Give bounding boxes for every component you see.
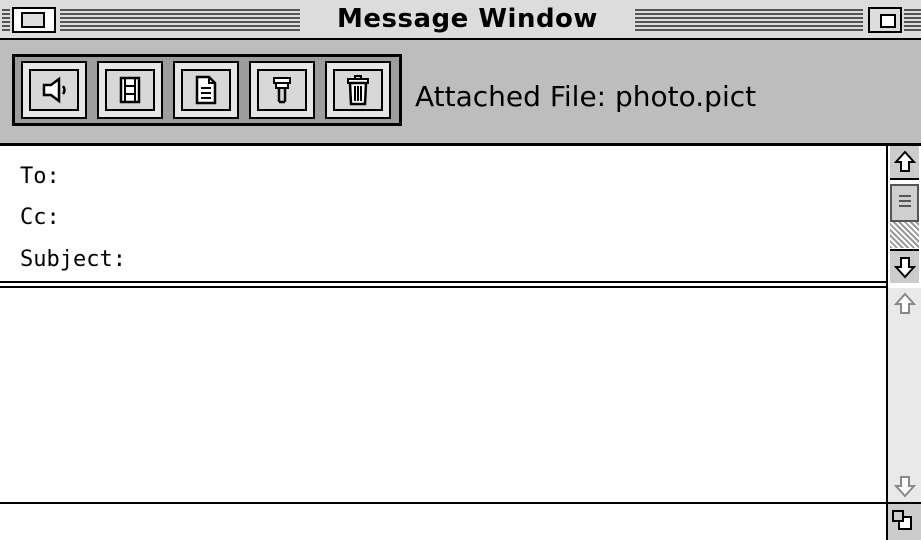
header-scrollbar[interactable] bbox=[888, 146, 921, 283]
tool-button[interactable] bbox=[249, 61, 315, 119]
sound-button[interactable] bbox=[21, 61, 87, 119]
wrench-icon bbox=[273, 77, 291, 104]
message-header: To: Cc: Subject: bbox=[0, 146, 886, 283]
close-box[interactable] bbox=[12, 7, 56, 33]
button-face bbox=[181, 69, 231, 111]
document-button[interactable] bbox=[173, 61, 239, 119]
document-icon bbox=[195, 75, 217, 105]
scroll-up-arrow[interactable] bbox=[890, 146, 919, 180]
title-stripes bbox=[60, 9, 300, 31]
body-scrollbar[interactable] bbox=[888, 288, 921, 502]
window-title: Message Window bbox=[300, 0, 635, 38]
header-divider bbox=[0, 286, 886, 288]
scroll-up-arrow[interactable] bbox=[890, 288, 919, 320]
to-field[interactable]: To: bbox=[20, 164, 60, 189]
title-stripes bbox=[635, 9, 863, 31]
button-face bbox=[29, 69, 79, 111]
scroll-thumb[interactable] bbox=[890, 184, 919, 222]
speaker-icon bbox=[42, 76, 66, 104]
title-stripes bbox=[904, 9, 921, 31]
zoom-box[interactable] bbox=[868, 7, 902, 33]
arrow-down-icon bbox=[893, 257, 916, 279]
thumb-grip bbox=[899, 195, 911, 209]
scroll-track[interactable] bbox=[890, 222, 919, 248]
arrow-up-icon bbox=[893, 292, 916, 314]
attached-file-label: Attached File: photo.pict bbox=[415, 80, 756, 120]
button-face bbox=[105, 69, 155, 111]
subject-field[interactable]: Subject: bbox=[20, 247, 126, 272]
resize-square-small bbox=[892, 510, 904, 522]
message-window: Message Window Attached File: photo.pict… bbox=[0, 0, 921, 540]
trash-icon bbox=[347, 75, 369, 106]
close-box-inner bbox=[21, 12, 45, 28]
resize-handle[interactable] bbox=[888, 504, 921, 540]
message-footer bbox=[0, 504, 886, 540]
title-stripes bbox=[2, 9, 10, 31]
attached-file-text: Attached File: photo.pict bbox=[415, 80, 757, 113]
button-face bbox=[257, 69, 307, 111]
cc-field[interactable]: Cc: bbox=[20, 205, 60, 230]
film-icon bbox=[119, 76, 141, 104]
message-body[interactable] bbox=[0, 290, 886, 502]
scroll-down-arrow[interactable] bbox=[890, 470, 919, 502]
movie-button[interactable] bbox=[97, 61, 163, 119]
title-bar[interactable]: Message Window bbox=[0, 0, 921, 40]
arrow-up-icon bbox=[893, 150, 916, 172]
trash-button[interactable] bbox=[325, 61, 391, 119]
button-face bbox=[333, 69, 383, 111]
scroll-down-arrow[interactable] bbox=[890, 249, 919, 283]
arrow-down-icon bbox=[893, 476, 916, 498]
toolbar-button-group bbox=[12, 54, 402, 126]
zoom-box-inner bbox=[880, 14, 896, 28]
toolbar: Attached File: photo.pict bbox=[0, 40, 921, 146]
